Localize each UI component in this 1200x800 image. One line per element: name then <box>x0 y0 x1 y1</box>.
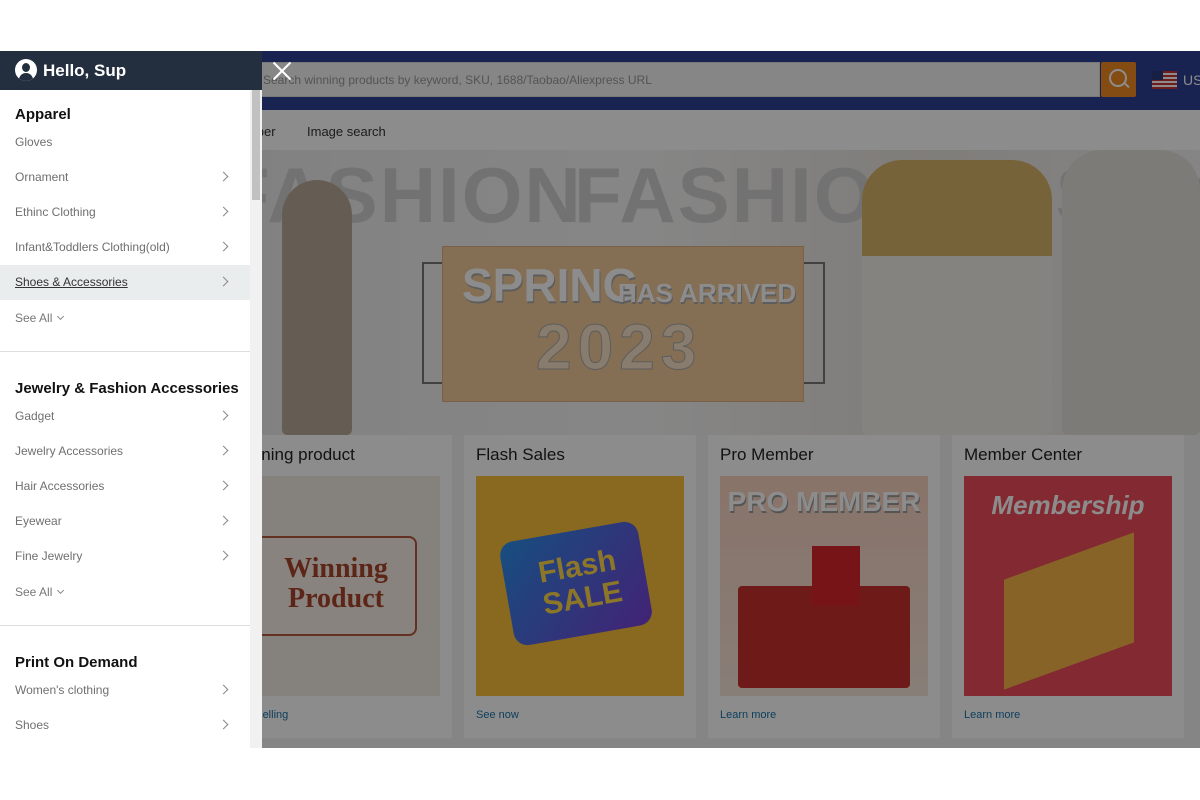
sidebar-item[interactable]: Eyewear <box>0 504 250 539</box>
sidebar-item-label: Shoes & Accessories <box>15 275 128 289</box>
sidebar-item-label: Gadget <box>15 409 55 423</box>
see-all-link[interactable]: See All <box>15 585 65 599</box>
sidebar-item-label: Jewelry Accessories <box>15 444 124 458</box>
sidebar-header: Hello, Sup <box>0 51 262 90</box>
sidebar-item-label: Hair Accessories <box>15 479 105 493</box>
chevron-right-icon <box>218 241 229 252</box>
sidebar-item[interactable]: Infant&Toddlers Clothing(old) <box>0 230 250 265</box>
sidebar-item-label: Shoes <box>15 718 50 732</box>
sidebar-item[interactable]: Shoes <box>0 708 250 743</box>
section-divider <box>0 625 250 626</box>
chevron-right-icon <box>218 171 229 182</box>
see-all-label: See All <box>15 585 53 599</box>
scrollbar[interactable] <box>250 90 262 748</box>
chevron-right-icon <box>218 719 229 730</box>
scrollbar-thumb[interactable] <box>252 90 260 200</box>
sidebar-item-label: Eyewear <box>15 514 62 528</box>
section-title: Print On Demand <box>15 654 138 671</box>
close-icon[interactable] <box>272 61 292 81</box>
sidebar-item[interactable]: Women's clothing <box>0 673 250 708</box>
sidebar-item[interactable]: Jewelry Accessories <box>0 434 250 469</box>
see-all-link[interactable]: See All <box>15 311 65 325</box>
sidebar-item[interactable]: Hair Accessories <box>0 469 250 504</box>
chevron-right-icon <box>218 515 229 526</box>
sidebar-item[interactable]: Ethinc Clothing <box>0 195 250 230</box>
section-divider <box>0 351 250 352</box>
category-sidebar: Hello, Sup Apparel Gloves Ornament Ethinc C… <box>0 51 262 748</box>
sidebar-item-label: Infant&Toddlers Clothing(old) <box>15 240 170 254</box>
chevron-right-icon <box>218 445 229 456</box>
chevron-right-icon <box>218 550 229 561</box>
sidebar-item-label: Gloves <box>15 135 53 149</box>
chevron-right-icon <box>218 684 229 695</box>
section-title: Apparel <box>15 106 71 123</box>
greeting: Hello, Sup <box>43 61 127 80</box>
chevron-down-icon <box>57 312 65 321</box>
sidebar-item[interactable]: Fine Jewelry <box>0 539 250 574</box>
sidebar-content: Apparel Gloves Ornament Ethinc Clothing Infa… <box>0 90 250 748</box>
sidebar-item-label: Women's clothing <box>15 683 110 697</box>
chevron-right-icon <box>218 206 229 217</box>
sidebar-item-label: Ethinc Clothing <box>15 205 96 219</box>
screen: Search winning products by keyword, SKU,… <box>0 51 1200 748</box>
see-all-label: See All <box>15 311 53 325</box>
chevron-right-icon <box>218 480 229 491</box>
sidebar-item[interactable]: Shoes & Accessories <box>0 265 250 300</box>
sidebar-item-label: Ornament <box>15 170 69 184</box>
section-title: Jewelry & Fashion Accessories <box>15 380 239 397</box>
sidebar-item[interactable]: Gadget <box>0 399 250 434</box>
chevron-right-icon <box>218 410 229 421</box>
chevron-down-icon <box>57 586 65 595</box>
user-avatar-icon <box>15 59 37 81</box>
sidebar-item[interactable]: Gloves <box>0 125 250 160</box>
chevron-right-icon <box>218 276 229 287</box>
sidebar-item[interactable]: Ornament <box>0 160 250 195</box>
sidebar-item-label: Fine Jewelry <box>15 549 83 563</box>
